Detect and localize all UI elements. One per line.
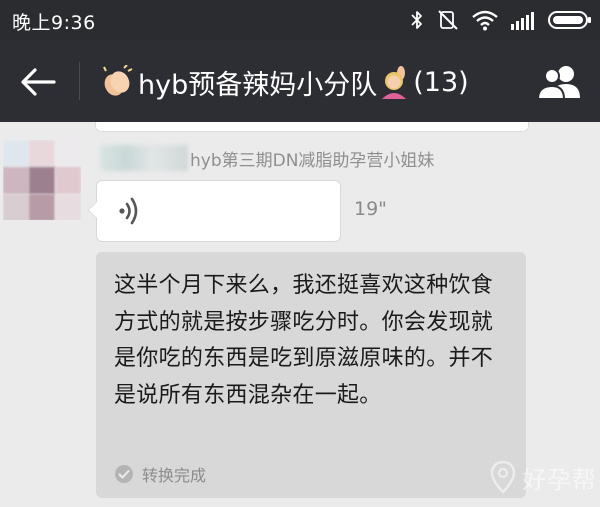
- previous-message-bubble[interactable]: [95, 122, 529, 132]
- status-bar: 晚上9:36: [0, 0, 600, 40]
- member-count: (13): [413, 66, 469, 98]
- chat-title-text: hyb预备辣妈小分队: [138, 69, 378, 101]
- avatar[interactable]: [3, 140, 81, 220]
- sender-name: hyb第三期DN减脂助孕营小姐妹: [190, 150, 435, 171]
- voice-duration: 19": [354, 198, 387, 220]
- header-divider: [79, 62, 80, 100]
- mute-icon: [438, 10, 458, 30]
- location-pin-logo-icon: [490, 460, 516, 494]
- watermark-text: 好孕帮: [522, 465, 597, 494]
- chat-title[interactable]: hyb预备辣妈小分队 (13): [100, 62, 469, 102]
- status-time: 晚上9:36: [12, 12, 96, 34]
- transcript-status: 转换完成: [114, 462, 206, 486]
- chat-header: hyb预备辣妈小分队 (13): [0, 40, 600, 122]
- voice-wave-icon: [119, 197, 138, 225]
- check-circle-icon: [115, 465, 133, 483]
- group-members-button[interactable]: [534, 62, 586, 102]
- chat-area[interactable]: hyb第三期DN减脂助孕营小姐妹 19" 这半个月下来么，我还挺喜欢这种饮食方式…: [0, 122, 600, 507]
- wifi-icon: [472, 10, 498, 31]
- voice-transcript-box[interactable]: 这半个月下来么，我还挺喜欢这种饮食方式的就是按步骤吃分时。你会发现就是你吃的东西…: [96, 252, 526, 498]
- back-button[interactable]: [18, 62, 62, 102]
- sender-name-redacted: [100, 145, 188, 171]
- signal-icon: [511, 12, 534, 30]
- transcript-text: 这半个月下来么，我还挺喜欢这种饮食方式的就是按步骤吃分时。你会发现就是你吃的东西…: [114, 273, 494, 408]
- transcript-status-text: 转换完成: [142, 466, 207, 485]
- clapping-hands-icon: [103, 65, 133, 96]
- watermark: 好孕帮: [490, 454, 597, 500]
- status-icons: [410, 6, 592, 34]
- group-members-icon: [536, 66, 580, 100]
- bluetooth-icon: [411, 11, 422, 29]
- sender-row: hyb第三期DN减脂助孕营小姐妹: [100, 144, 434, 172]
- voice-message-bubble[interactable]: [88, 180, 341, 242]
- back-arrow-icon: [21, 68, 56, 96]
- raising-hand-woman-icon: [382, 66, 407, 99]
- battery-icon: [548, 11, 591, 29]
